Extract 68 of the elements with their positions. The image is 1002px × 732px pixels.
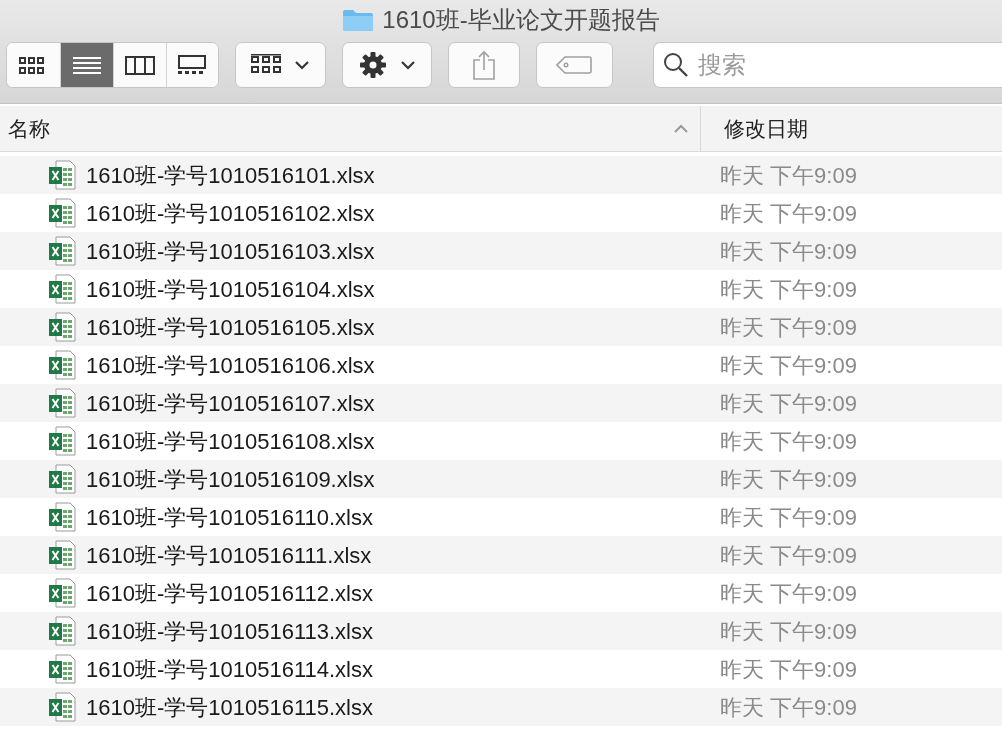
- spreadsheet-file-icon: [48, 198, 76, 228]
- list-icon: [71, 54, 102, 76]
- modified-date: 昨天 下午9:09: [719, 655, 857, 684]
- modified-date: 昨天 下午9:09: [719, 503, 857, 532]
- window-title: 1610班-毕业论文开题报告: [382, 5, 660, 35]
- modified-date: 昨天 下午9:09: [719, 275, 857, 304]
- modified-date: 昨天 下午9:09: [719, 351, 857, 380]
- file-name[interactable]: 1610班-学号1010516103.xlsx: [86, 234, 375, 268]
- view-mode-button[interactable]: [165, 43, 219, 87]
- modified-date: 昨天 下午9:09: [719, 237, 857, 266]
- modified-date: 昨天 下午9:09: [719, 313, 857, 342]
- file-name[interactable]: 1610班-学号1010516104.xlsx: [86, 272, 375, 306]
- file-name[interactable]: 1610班-学号1010516108.xlsx: [86, 424, 375, 458]
- group-button[interactable]: [235, 42, 326, 88]
- modified-date: 昨天 下午9:09: [719, 541, 857, 570]
- search-icon: [662, 52, 689, 78]
- share-icon: [471, 50, 496, 80]
- spreadsheet-file-icon: [48, 502, 76, 532]
- modified-date: 昨天 下午9:09: [719, 617, 857, 646]
- spreadsheet-file-icon: [48, 578, 76, 608]
- file-name[interactable]: 1610班-学号1010516105.xlsx: [86, 310, 375, 344]
- file-name[interactable]: 1610班-学号1010516107.xlsx: [86, 386, 375, 420]
- chevron-down-icon: [295, 60, 310, 70]
- spreadsheet-file-icon: [48, 350, 76, 380]
- modified-date: 昨天 下午9:09: [719, 389, 857, 418]
- spreadsheet-file-icon: [48, 274, 76, 304]
- file-name[interactable]: 1610班-学号1010516113.xlsx: [86, 614, 373, 648]
- file-name[interactable]: 1610班-学号1010516110.xlsx: [86, 500, 373, 534]
- file-name[interactable]: 1610班-学号1010516106.xlsx: [86, 348, 375, 382]
- modified-date: 昨天 下午9:09: [719, 693, 857, 722]
- file-name[interactable]: 1610班-学号1010516111.xlsx: [86, 538, 372, 572]
- folder-icon: [342, 8, 375, 32]
- grid-icon: [251, 54, 282, 76]
- search-field[interactable]: 搜索: [652, 42, 1002, 88]
- modified-date: 昨天 下午9:09: [719, 199, 857, 228]
- modified-date: 昨天 下午9:09: [719, 427, 857, 456]
- columns-icon: [124, 54, 155, 76]
- spreadsheet-file-icon: [48, 464, 76, 494]
- sort-ascending-icon[interactable]: [674, 124, 688, 133]
- file-name[interactable]: 1610班-学号1010516112.xlsx: [86, 576, 373, 610]
- settings-button[interactable]: [341, 42, 432, 88]
- file-name[interactable]: 1610班-学号1010516114.xlsx: [86, 652, 373, 686]
- spreadsheet-file-icon: [48, 388, 76, 418]
- spreadsheet-file-icon: [48, 540, 76, 570]
- settings-icon: [358, 51, 387, 79]
- spreadsheet-file-icon: [48, 160, 76, 190]
- modified-date: 昨天 下午9:09: [719, 465, 857, 494]
- spreadsheet-file-icon: [48, 654, 76, 684]
- file-name[interactable]: 1610班-学号1010516115.xlsx: [86, 690, 373, 724]
- tag-icon: [556, 55, 593, 75]
- file-name[interactable]: 1610班-学号1010516101.xlsx: [86, 158, 375, 192]
- spreadsheet-file-icon: [48, 616, 76, 646]
- column-header[interactable]: 名称: [0, 106, 700, 151]
- spreadsheet-file-icon: [48, 426, 76, 456]
- column-label: 名称: [8, 115, 50, 142]
- spreadsheet-file-icon: [48, 692, 76, 722]
- modified-date: 昨天 下午9:09: [719, 161, 857, 190]
- spreadsheet-file-icon: [48, 312, 76, 342]
- column-header[interactable]: 修改日期: [700, 106, 1002, 151]
- view-mode-button[interactable]: [59, 43, 113, 87]
- modified-date: 昨天 下午9:09: [719, 579, 857, 608]
- chevron-down-icon: [400, 60, 415, 70]
- file-name[interactable]: 1610班-学号1010516102.xlsx: [86, 196, 375, 230]
- column-label: 修改日期: [724, 115, 808, 142]
- spreadsheet-file-icon: [48, 236, 76, 266]
- file-name[interactable]: 1610班-学号1010516109.xlsx: [86, 462, 375, 496]
- view-mode-control[interactable]: [6, 42, 220, 88]
- gallery-icon: [177, 54, 208, 76]
